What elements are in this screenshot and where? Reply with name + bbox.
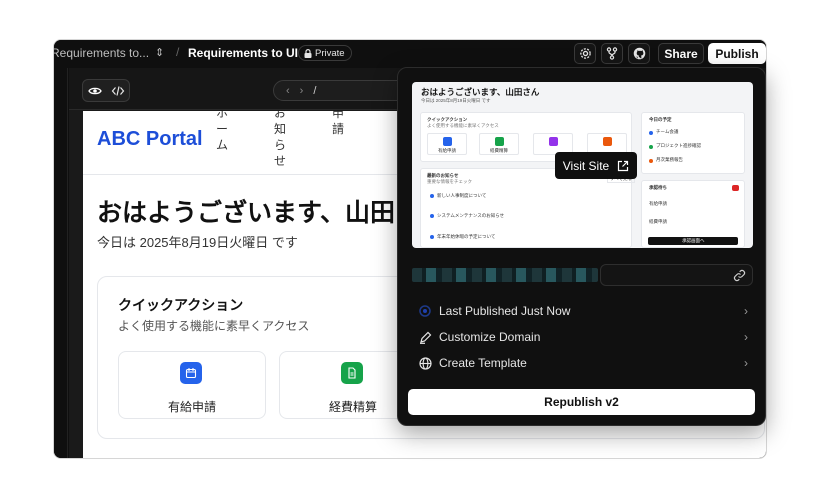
private-badge[interactable]: Private (298, 45, 352, 61)
page-title[interactable]: Requirements to UI (188, 46, 298, 60)
pen-icon (418, 330, 432, 344)
top-bar: Requirements to... ⇕ / Requirements to U… (54, 40, 766, 68)
thumb-approval-card: 承認待ち 有給申請 経費申請 承認画面へ (641, 180, 745, 248)
thumb-schedule-item: プロジェクト進捗確認 (656, 143, 701, 148)
republish-button[interactable]: Republish v2 (408, 389, 755, 415)
thumb-schedule-card: 今日の予定 チーム会議 プロジェクト進捗確認 月次業務報告 (641, 112, 745, 174)
nav-item-apply[interactable]: 申請 (331, 111, 345, 137)
thumb-title: おはようございます、山田さん (421, 87, 540, 97)
project-switcher-icon[interactable]: ⇕ (155, 46, 164, 59)
chevron-right-icon: › (744, 304, 748, 318)
github-icon (633, 47, 645, 60)
thumb-news-sub: 重要な情報をチェック (427, 179, 472, 184)
thumb-approval-title: 承認待ち (649, 185, 667, 190)
calendar-icon (180, 362, 202, 384)
thumb-quick-item: 経費精算 (479, 133, 519, 155)
code-icon[interactable] (111, 85, 125, 96)
globe-icon (418, 356, 432, 370)
receipt-icon (341, 362, 363, 384)
brand-logo[interactable]: ABC Portal (97, 128, 203, 151)
thumb-news-card: 最新のお知らせ 重要な情報をチェック すべて見る 新しい人事制度について システ… (420, 168, 636, 248)
chevron-right-icon: › (744, 356, 748, 370)
quick-action-label: 有給申請 (167, 400, 216, 414)
thumb-news-item: 年末年始休暇の予定について (437, 234, 496, 239)
quick-actions-title: クイックアクション (118, 297, 244, 313)
settings-button[interactable] (574, 43, 596, 64)
thumb-date: 今日は 2025年8月19日火曜日 です (421, 98, 491, 103)
thumb-quick-sub: よく使用する機能に素早くアクセス (427, 123, 499, 128)
greeting-heading: おはようございます、山田さん (97, 199, 446, 227)
visit-site-button[interactable]: Visit Site (555, 152, 637, 179)
thumb-approval-item: 経費申請 (649, 219, 667, 224)
menu-customize-domain[interactable]: Customize Domain › (418, 327, 748, 347)
lock-icon (304, 48, 312, 58)
visit-site-label: Visit Site (562, 158, 610, 173)
gear-icon (579, 48, 591, 59)
fork-icon (606, 47, 618, 60)
thumb-schedule-item: チーム会議 (656, 129, 679, 134)
nav-item-news[interactable]: お知らせ (273, 111, 287, 169)
publish-popover: おはようございます、山田さん 今日は 2025年8月19日火曜日 です クイック… (397, 67, 766, 426)
published-url-row (412, 264, 753, 286)
thumb-schedule-item: 月次業務報告 (656, 157, 683, 162)
thumb-schedule-title: 今日の予定 (649, 117, 672, 122)
private-label: Private (315, 47, 345, 59)
thumb-approval-item: 有給申請 (649, 201, 667, 206)
thumb-news-item: システムメンテナンスのお知らせ (437, 213, 505, 218)
fork-button[interactable] (601, 43, 623, 64)
date-line: 今日は 2025年8月19日火曜日 です (97, 235, 298, 250)
forward-icon[interactable]: › (300, 85, 304, 97)
menu-label: Last Published Just Now (439, 304, 571, 318)
published-url-field[interactable] (600, 264, 753, 286)
view-toggle[interactable] (82, 79, 130, 102)
menu-label: Customize Domain (439, 330, 541, 344)
quick-action-leave[interactable]: 有給申請 (118, 351, 266, 419)
external-link-icon (618, 160, 629, 171)
thumb-approval-button: 承認画面へ (682, 238, 705, 243)
github-button[interactable] (628, 43, 650, 64)
eye-icon[interactable] (87, 86, 102, 96)
share-button[interactable]: Share (658, 43, 704, 64)
url-path[interactable]: / (313, 85, 316, 97)
menu-create-template[interactable]: Create Template › (418, 353, 748, 373)
menu-last-published[interactable]: Last Published Just Now › (418, 301, 748, 321)
menu-label: Create Template (439, 356, 527, 370)
published-url-redacted (412, 268, 598, 282)
site-thumbnail[interactable]: おはようございます、山田さん 今日は 2025年8月19日火曜日 です クイック… (412, 82, 753, 248)
project-breadcrumb[interactable]: Requirements to... (54, 46, 149, 60)
breadcrumb-separator: / (176, 45, 180, 59)
chevron-right-icon: › (744, 330, 748, 344)
thumb-quick-item: 有給申請 (427, 133, 467, 155)
status-dot-icon (418, 304, 432, 318)
publish-button[interactable]: Publish (708, 43, 766, 64)
quick-actions-subtitle: よく使用する機能に素早くアクセス (118, 319, 310, 333)
left-rail (54, 68, 68, 458)
nav-item-home[interactable]: ホーム (215, 111, 229, 153)
thumb-news-item: 新しい人事制度について (437, 193, 487, 198)
link-icon[interactable] (733, 269, 746, 282)
back-icon[interactable]: ‹ (286, 85, 290, 97)
